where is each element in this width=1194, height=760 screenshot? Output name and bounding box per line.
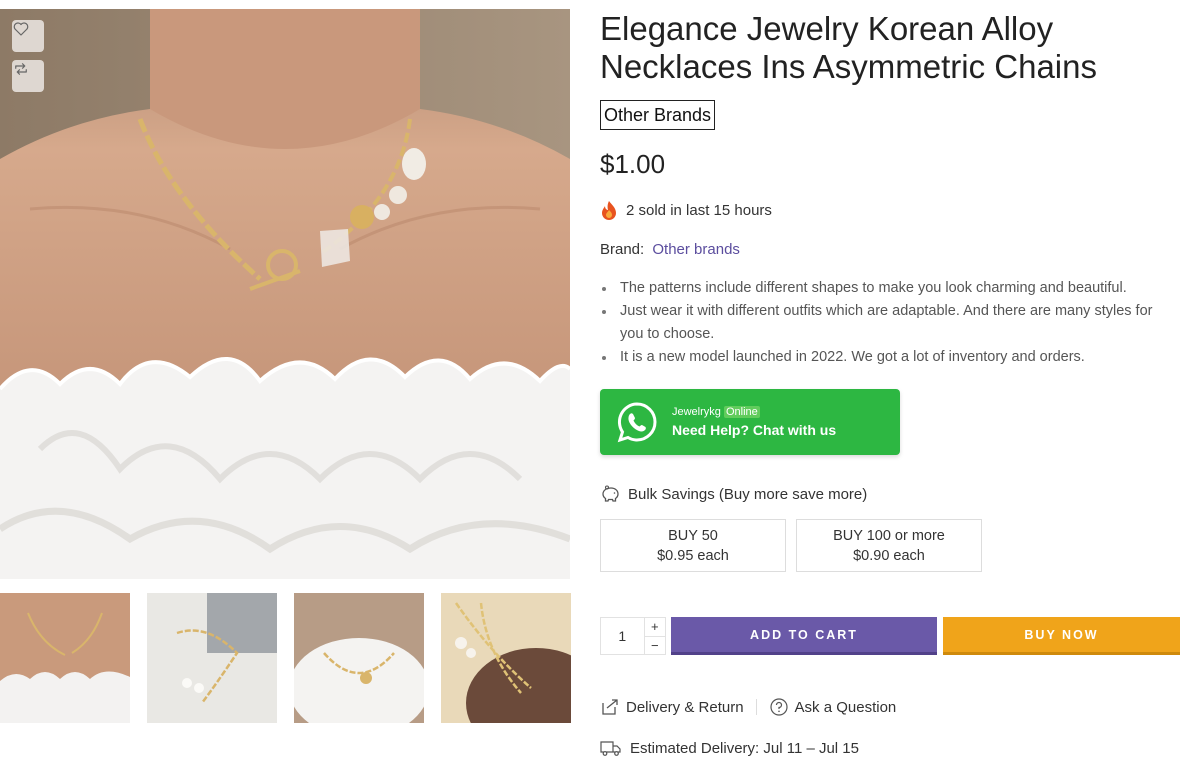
product-title: Elegance Jewelry Korean Alloy Necklaces … <box>600 10 1097 85</box>
whatsapp-agent-name: Jewelrykg <box>672 405 721 418</box>
thumbnail-strip <box>0 593 572 723</box>
quantity-input[interactable]: 1 <box>601 618 644 654</box>
brand-link[interactable]: Other brands <box>652 241 740 258</box>
thumbnail-1[interactable] <box>0 593 130 723</box>
feature-item: The patterns include different shapes to… <box>600 277 1170 300</box>
wishlist-button[interactable] <box>12 20 44 52</box>
delivery-return-link[interactable]: Delivery & Return <box>600 697 744 717</box>
add-to-cart-button[interactable]: ADD TO CART <box>671 617 937 655</box>
online-badge: Online <box>723 405 760 418</box>
sold-counter: 2 sold in last 15 hours <box>600 200 772 220</box>
whatsapp-cta: Need Help? Chat with us <box>672 421 837 438</box>
feature-item: It is a new model launched in 2022. We g… <box>600 346 1170 369</box>
quantity-decrease-button[interactable]: − <box>645 637 665 655</box>
ask-question-link[interactable]: Ask a Question <box>769 697 897 717</box>
compare-arrows-icon <box>15 63 27 75</box>
bulk-tier-qty: BUY 100 or more <box>833 528 945 544</box>
thumbnail-4[interactable] <box>441 593 571 723</box>
bulk-tier-price: $0.95 each <box>657 548 729 564</box>
feature-item: Just wear it with different outfits whic… <box>600 300 1170 346</box>
bulk-tier-100[interactable]: BUY 100 or more $0.90 each <box>796 519 982 572</box>
product-price: $1.00 <box>600 149 666 179</box>
quantity-stepper: 1 + − <box>600 617 666 655</box>
piggy-bank-icon <box>602 485 619 502</box>
buy-now-button[interactable]: BUY NOW <box>943 617 1180 655</box>
main-product-image[interactable] <box>0 9 570 579</box>
links-divider <box>755 699 757 715</box>
bulk-savings-label: Bulk Savings (Buy more save more) <box>628 485 868 503</box>
fire-icon <box>602 201 616 220</box>
heart-icon <box>13 22 29 36</box>
necklace-photo <box>0 9 570 579</box>
sold-text: 2 sold in last 15 hours <box>626 201 772 219</box>
thumbnail-3[interactable] <box>294 593 424 723</box>
bulk-tier-price: $0.90 each <box>853 548 925 564</box>
bulk-tier-50[interactable]: BUY 50 $0.95 each <box>600 519 786 572</box>
estimated-delivery-text: Estimated Delivery: Jul 11 – Jul 15 <box>630 739 859 757</box>
truck-icon <box>600 741 621 756</box>
delivery-return-label: Delivery & Return <box>626 698 744 716</box>
question-icon <box>769 698 788 716</box>
thumbnail-2[interactable] <box>147 593 277 723</box>
feature-list: The patterns include different shapes to… <box>600 277 1170 369</box>
bulk-tier-qty: BUY 50 <box>668 528 718 544</box>
brand-line: Brand: Other brands <box>600 241 740 258</box>
product-links: Delivery & Return Ask a Question <box>600 697 896 717</box>
quantity-increase-button[interactable]: + <box>644 618 665 637</box>
ask-question-label: Ask a Question <box>794 698 897 716</box>
bulk-savings-title: Bulk Savings (Buy more save more) <box>600 485 867 503</box>
brand-label: Brand: <box>600 241 645 258</box>
delivery-return-icon <box>602 699 618 715</box>
estimated-delivery: Estimated Delivery: Jul 11 – Jul 15 <box>600 739 859 757</box>
whatsapp-chat-button[interactable]: Jewelrykg Online Need Help? Chat with us <box>600 389 900 455</box>
compare-button[interactable] <box>12 60 44 92</box>
whatsapp-icon <box>617 402 657 443</box>
brand-badge[interactable]: Other Brands <box>600 100 716 130</box>
